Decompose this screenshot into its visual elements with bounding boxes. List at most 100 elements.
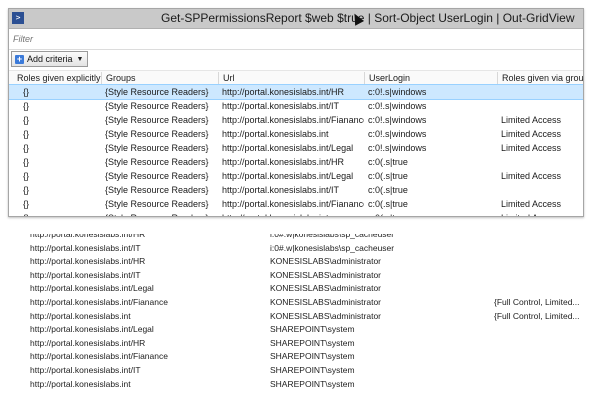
table-cell-url: http://portal.konesislabs.int bbox=[222, 211, 364, 216]
table-row[interactable]: {} {Style Resource Readers} http://portal.… bbox=[9, 211, 583, 216]
table-cell-url: http://portal.konesislabs.int/Fianance bbox=[222, 199, 364, 209]
criteria-bar: + Add criteria ▼ bbox=[9, 50, 583, 69]
output-login: KONESISLABS\administrator bbox=[270, 297, 382, 307]
list-item: http://portal.konesislabs.int/Legal KONES… bbox=[8, 281, 582, 295]
output-url: http://portal.konesislabs.int/Legal bbox=[30, 283, 154, 294]
table-row[interactable]: {} {Style Resource Readers} http://portal.… bbox=[9, 141, 583, 155]
table-cell-explicit: {} bbox=[23, 199, 30, 209]
column-header-userlogin[interactable]: UserLogin bbox=[364, 72, 497, 84]
add-criteria-button[interactable]: + Add criteria ▼ bbox=[11, 51, 89, 67]
column-header-roles-via-groups[interactable]: Roles given via groups bbox=[497, 72, 583, 84]
output-url: http://portal.konesislabs.int/HR bbox=[30, 337, 146, 348]
grid-body: {} {Style Resource Readers} http://portal.… bbox=[9, 84, 583, 216]
table-cell-login: c:0!.s|windows bbox=[368, 101, 427, 111]
table-row[interactable]: {} {Style Resource Readers} http://portal.… bbox=[9, 113, 583, 127]
output-roles bbox=[494, 363, 582, 377]
table-cell-login: c:0!.s|windows bbox=[368, 129, 427, 139]
table-cell-login: c:0(.s|true bbox=[368, 211, 497, 216]
table-cell-via: Limited Access bbox=[501, 143, 562, 153]
table-cell-via: Limited Access bbox=[501, 115, 562, 125]
column-header-url[interactable]: Url bbox=[218, 72, 364, 84]
table-cell-via bbox=[501, 183, 583, 197]
output-url: http://portal.konesislabs.int/IT bbox=[30, 365, 141, 375]
output-roles bbox=[494, 377, 582, 391]
filter-bar bbox=[9, 29, 583, 50]
output-login: i:0#.w|konesislabs\sp_cacheuser bbox=[270, 242, 395, 253]
output-roles bbox=[494, 281, 582, 295]
table-cell-login: c:0(.s|true bbox=[368, 171, 408, 181]
table-row[interactable]: {} {Style Resource Readers} http://portal.… bbox=[9, 183, 583, 197]
output-url: http://portal.konesislabs.int/IT bbox=[30, 269, 141, 280]
table-cell-explicit: {} bbox=[23, 211, 101, 216]
table-row[interactable]: {} {Style Resource Readers} http://portal.… bbox=[9, 197, 583, 211]
list-item: http://portal.konesislabs.int/IT KONESISL… bbox=[8, 268, 582, 282]
table-cell-groups: {Style Resource Readers} bbox=[105, 157, 209, 167]
output-roles bbox=[494, 336, 582, 350]
table-cell-explicit: {} bbox=[23, 115, 30, 125]
table-row[interactable]: {} {Style Resource Readers} http://portal.… bbox=[9, 169, 583, 183]
list-item: http://portal.konesislabs.int/IT SHAREPOI… bbox=[8, 363, 582, 377]
output-roles bbox=[494, 254, 582, 268]
output-url: http://portal.konesislabs.int/Fianance bbox=[30, 351, 168, 362]
table-row[interactable]: {} {Style Resource Readers} http://portal.… bbox=[9, 99, 583, 113]
table-cell-login: c:0(.s|true bbox=[368, 185, 408, 195]
table-cell-via: Limited Access bbox=[501, 129, 562, 139]
table-cell-url: http://portal.konesislabs.int/Legal bbox=[222, 171, 354, 181]
output-login: KONESISLABS\administrator bbox=[270, 310, 382, 321]
output-roles: {Full Control, Limited... bbox=[494, 297, 580, 307]
list-item: http://portal.konesislabs.int/HR KONESISL… bbox=[8, 254, 582, 268]
table-cell-via bbox=[501, 155, 583, 169]
output-url: http://portal.konesislabs.int bbox=[30, 378, 131, 389]
window-title: Get-SPPermissionsReport $web $true | Sor… bbox=[161, 11, 575, 25]
table-cell-url: http://portal.konesislabs.int/IT bbox=[222, 185, 340, 195]
table-cell-via: Limited Access bbox=[501, 171, 562, 181]
output-login: KONESISLABS\administrator bbox=[270, 269, 382, 280]
table-cell-url: http://portal.konesislabs.int bbox=[222, 129, 329, 139]
list-item: http://portal.konesislabs.int SHAREPOINT\… bbox=[8, 377, 582, 391]
title-bar[interactable]: > Get-SPPermissionsReport $web $true | S… bbox=[9, 9, 583, 29]
output-login: SHAREPOINT\system bbox=[270, 324, 355, 335]
list-item: http://portal.konesislabs.int/HR SHAREPOI… bbox=[8, 336, 582, 350]
out-gridview-window: > Get-SPPermissionsReport $web $true | S… bbox=[8, 8, 584, 217]
table-row[interactable]: {} {Style Resource Readers} http://portal.… bbox=[9, 155, 583, 169]
column-header-roles-explicit[interactable]: Roles given explicitly bbox=[13, 72, 101, 84]
table-row[interactable]: {} {Style Resource Readers} http://portal.… bbox=[9, 84, 583, 100]
table-cell-explicit: {} bbox=[23, 171, 30, 181]
grid-header: Roles given explicitly Groups Url UserLo… bbox=[9, 70, 583, 86]
output-url: http://portal.konesislabs.int/Fianance bbox=[30, 297, 168, 307]
table-cell-groups: {Style Resource Readers} bbox=[105, 101, 209, 111]
table-cell-url: http://portal.konesislabs.int/IT bbox=[222, 101, 340, 111]
output-roles bbox=[494, 241, 582, 255]
list-item: http://portal.konesislabs.int KONESISLABS… bbox=[8, 309, 582, 323]
table-cell-groups: {Style Resource Readers} bbox=[105, 171, 209, 181]
filter-input[interactable] bbox=[11, 31, 581, 47]
table-cell-url: http://portal.konesislabs.int/Fianance bbox=[222, 115, 364, 125]
table-cell-explicit: {} bbox=[23, 129, 30, 139]
output-url: http://portal.konesislabs.int/Legal bbox=[30, 324, 154, 335]
table-cell-via bbox=[501, 99, 583, 113]
list-item: http://portal.konesislabs.int/Legal SHARE… bbox=[8, 322, 582, 336]
table-cell-via: Limited Access bbox=[501, 211, 583, 216]
output-url: http://portal.konesislabs.int bbox=[30, 310, 131, 321]
table-cell-groups: {Style Resource Readers} bbox=[105, 185, 209, 195]
table-cell-via bbox=[501, 85, 583, 99]
table-row[interactable]: {} {Style Resource Readers} http://portal.… bbox=[9, 127, 583, 141]
output-roles bbox=[494, 268, 582, 282]
chevron-down-icon: ▼ bbox=[76, 55, 84, 63]
table-cell-via: Limited Access bbox=[501, 199, 562, 209]
table-cell-url: http://portal.konesislabs.int/Legal bbox=[222, 143, 354, 153]
table-cell-explicit: {} bbox=[23, 87, 30, 97]
console-output: http://portal.konesislabs.int/HR i:0#.w|k… bbox=[8, 234, 582, 397]
table-cell-login: c:0!.s|windows bbox=[368, 143, 427, 153]
table-cell-explicit: {} bbox=[23, 157, 30, 167]
output-login: SHAREPOINT\system bbox=[270, 378, 355, 389]
table-cell-explicit: {} bbox=[23, 101, 30, 111]
output-url: http://portal.konesislabs.int/IT bbox=[30, 242, 141, 253]
output-roles: {Full Control, Limited... bbox=[494, 310, 580, 321]
add-criteria-label: Add criteria bbox=[27, 54, 73, 64]
table-cell-login: c:0!.s|windows bbox=[368, 87, 427, 97]
output-login: SHAREPOINT\system bbox=[270, 365, 355, 375]
output-login: KONESISLABS\administrator bbox=[270, 283, 382, 294]
table-cell-groups: {Style Resource Readers} bbox=[105, 87, 209, 97]
column-header-groups[interactable]: Groups bbox=[101, 72, 218, 84]
